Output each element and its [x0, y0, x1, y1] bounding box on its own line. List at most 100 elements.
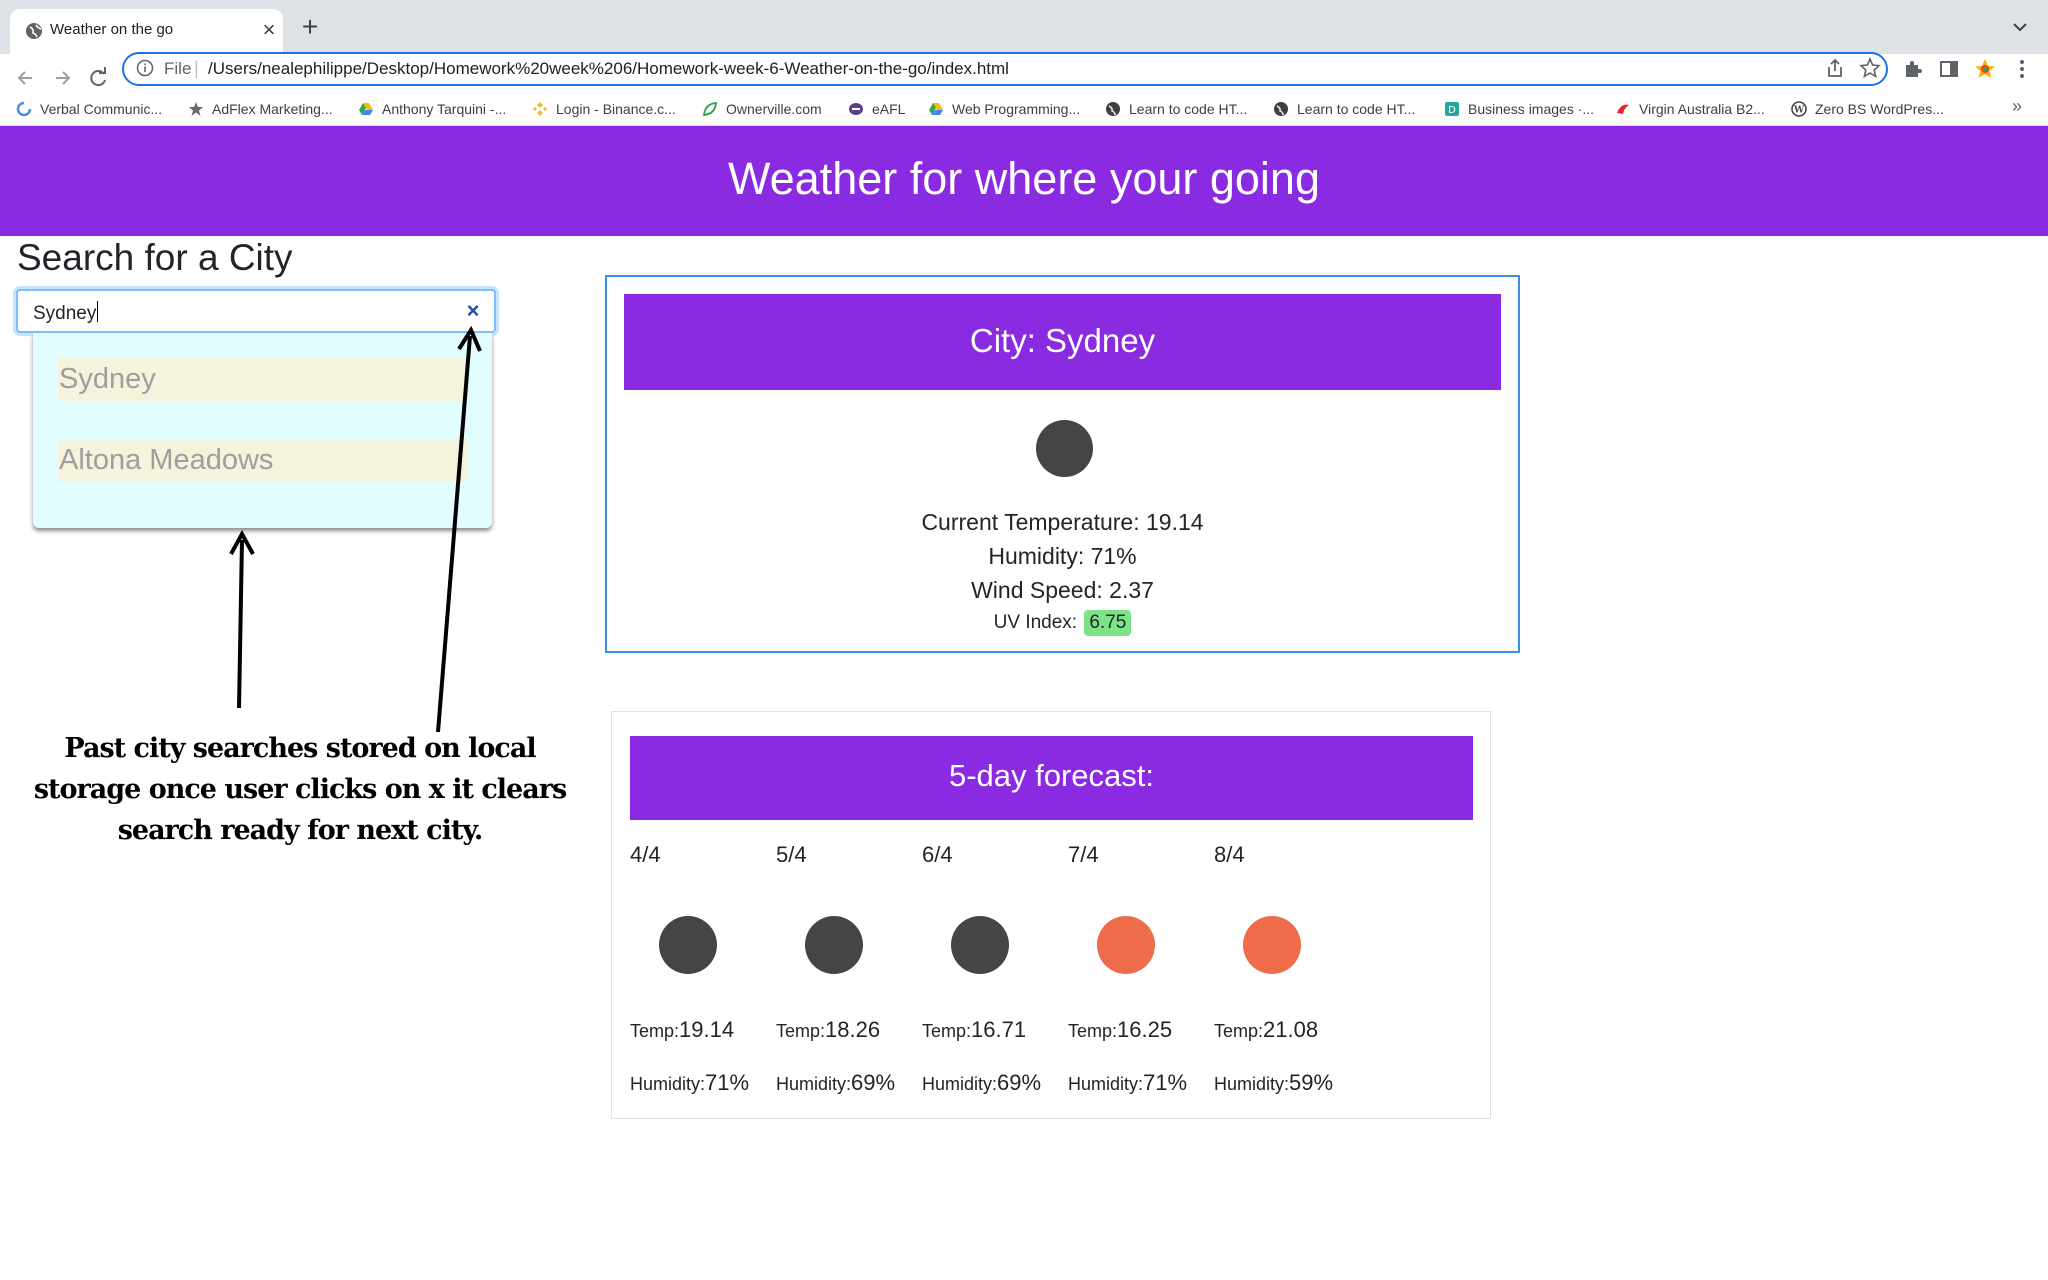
leaf-icon — [703, 102, 717, 116]
weather-icon — [659, 916, 717, 974]
bookmarks-bar: Verbal Communic... AdFlex Marketing... A… — [0, 92, 2048, 126]
forecast-temp: Temp:18.26 — [776, 1017, 881, 1042]
forecast-date: 6/4 — [922, 842, 953, 867]
forecast-humidity: Humidity:59% — [1214, 1070, 1334, 1095]
forecast-temp: Temp:19.14 — [630, 1017, 735, 1042]
tab-title: Weather on the go — [50, 21, 174, 38]
forecast-date: 5/4 — [776, 842, 807, 867]
info-icon[interactable] — [136, 59, 154, 77]
bookmark-star-icon[interactable] — [1859, 57, 1881, 79]
bookmark-item[interactable]: Verbal Communic... — [16, 97, 162, 121]
weather-icon — [1243, 916, 1301, 974]
bookmark-label: Virgin Australia B2... — [1639, 101, 1765, 117]
bookmark-label: Learn to code HT... — [1129, 101, 1248, 117]
back-arrow-icon[interactable] — [12, 64, 40, 92]
bookmark-label: Web Programming... — [952, 101, 1081, 117]
city-name: City: Sydney — [969, 322, 1156, 359]
side-panel-icon[interactable] — [1937, 57, 1961, 81]
forecast-day: 7/4 Temp:16.25 Humidity:71% — [1068, 830, 1214, 1110]
bookmark-item[interactable]: Virgin Australia B2... — [1615, 97, 1765, 121]
clear-search-button[interactable]: × — [462, 300, 484, 322]
kebab-menu-icon[interactable] — [2010, 57, 2034, 81]
share-icon[interactable] — [1824, 57, 1846, 79]
bookmark-label: Login - Binance.c... — [556, 101, 676, 117]
new-tab-button[interactable]: + — [296, 13, 324, 41]
annotation-note: Past city searches stored on local stora… — [33, 733, 567, 846]
current-wind-speed: Wind Speed: 2.37 — [971, 577, 1154, 603]
forecast-temp: Temp:16.25 — [1068, 1017, 1173, 1042]
bookmark-item[interactable]: W Zero BS WordPres... — [1791, 97, 1944, 121]
forecast-date: 8/4 — [1214, 842, 1245, 867]
forecast-header: 5-day forecast: — [630, 736, 1473, 820]
bookmark-item[interactable]: Login - Binance.c... — [532, 97, 676, 121]
current-humidity: Humidity: 71% — [988, 543, 1137, 569]
bookmark-label: Anthony Tarquini -... — [382, 101, 507, 117]
bookmark-item[interactable]: D Business images ·... — [1444, 97, 1594, 121]
forecast-card: 5-day forecast: 4/4 Temp:19.14 Humidity:… — [611, 711, 1491, 1119]
browser-tab[interactable]: Weather on the go × — [10, 9, 283, 54]
bookmark-item[interactable]: Web Programming... — [928, 97, 1080, 121]
bookmarks-overflow-button[interactable]: » — [2012, 96, 2022, 117]
tab-close-button[interactable]: × — [257, 18, 281, 42]
globe-icon — [1274, 102, 1288, 116]
bookmark-item[interactable]: Anthony Tarquini -... — [358, 97, 506, 121]
uv-index-label: UV Index: — [993, 612, 1078, 633]
tab-search-chevron-icon[interactable] — [2008, 15, 2032, 39]
bookmark-label: Verbal Communic... — [40, 101, 163, 117]
url-separator: | — [194, 58, 199, 78]
bookmark-label: Ownerville.com — [726, 101, 822, 117]
forecast-day: 6/4 Temp:16.71 Humidity:69% — [922, 830, 1068, 1110]
history-item-sydney[interactable]: Sydney — [58, 358, 467, 401]
address-bar[interactable]: File | /Users/nealephilippe/Desktop/Home… — [122, 52, 1888, 86]
weather-icon — [1036, 420, 1093, 477]
url-scheme: File — [164, 59, 192, 78]
bookmark-label: Zero BS WordPres... — [1815, 101, 1944, 117]
weather-icon — [805, 916, 863, 974]
adflex-icon — [189, 102, 203, 116]
forecast-day: 4/4 Temp:19.14 Humidity:71% — [630, 830, 776, 1110]
bookmark-item[interactable]: AdFlex Marketing... — [188, 97, 333, 121]
forward-arrow-icon[interactable] — [48, 64, 76, 92]
current-weather-card: City: Sydney Current Temperature: 19.14 … — [605, 275, 1520, 653]
virgin-icon — [1617, 104, 1629, 114]
weather-icon — [951, 916, 1009, 974]
forecast-date: 4/4 — [630, 842, 661, 867]
afl-icon — [849, 103, 863, 115]
blue-ring-icon — [16, 101, 32, 117]
current-temperature: Current Temperature: 19.14 — [921, 509, 1204, 535]
google-drive-icon — [359, 103, 373, 115]
bookmark-item[interactable]: eAFL — [848, 97, 905, 121]
history-item-altona-meadows[interactable]: Altona Meadows — [58, 439, 467, 482]
url-text[interactable]: /Users/nealephilippe/Desktop/Homework%20… — [208, 59, 1009, 79]
bookmark-item[interactable]: Ownerville.com — [702, 97, 822, 121]
profile-avatar-icon[interactable] — [1973, 57, 1997, 81]
binance-icon — [533, 102, 547, 116]
bookmark-label: eAFL — [872, 101, 906, 117]
reload-icon[interactable] — [84, 64, 112, 92]
browser-tabstrip: Weather on the go × + — [0, 0, 2048, 54]
forecast-title: 5-day forecast: — [948, 758, 1155, 793]
weather-icon — [1097, 916, 1155, 974]
search-input-value: Sydney — [33, 301, 99, 324]
page-banner: Weather for where your going — [0, 126, 2048, 236]
forecast-humidity: Humidity:69% — [776, 1070, 896, 1095]
search-heading: Search for a City — [17, 237, 293, 278]
bookmark-item[interactable]: Learn to code HT... — [1273, 97, 1415, 121]
forecast-day: 8/4 Temp:21.08 Humidity:59% — [1214, 830, 1360, 1110]
globe-icon — [26, 23, 42, 39]
city-search-input[interactable]: Sydney × — [16, 289, 496, 333]
extensions-puzzle-icon[interactable] — [1901, 57, 1925, 81]
city-header: City: Sydney — [624, 294, 1501, 390]
forecast-day: 5/4 Temp:18.26 Humidity:69% — [776, 830, 922, 1110]
forecast-temp: Temp:16.71 — [922, 1017, 1027, 1042]
forecast-temp: Temp:21.08 — [1214, 1017, 1319, 1042]
forecast-humidity: Humidity:71% — [630, 1070, 750, 1095]
arrow-to-history — [229, 529, 255, 709]
d-icon: D — [1445, 102, 1459, 116]
text-caret — [97, 301, 99, 322]
bookmark-item[interactable]: Learn to code HT... — [1105, 97, 1247, 121]
uv-index-badge: 6.75 — [1084, 610, 1132, 636]
forecast-humidity: Humidity:71% — [1068, 1070, 1188, 1095]
globe-icon — [1106, 102, 1120, 116]
forecast-date: 7/4 — [1068, 842, 1099, 867]
